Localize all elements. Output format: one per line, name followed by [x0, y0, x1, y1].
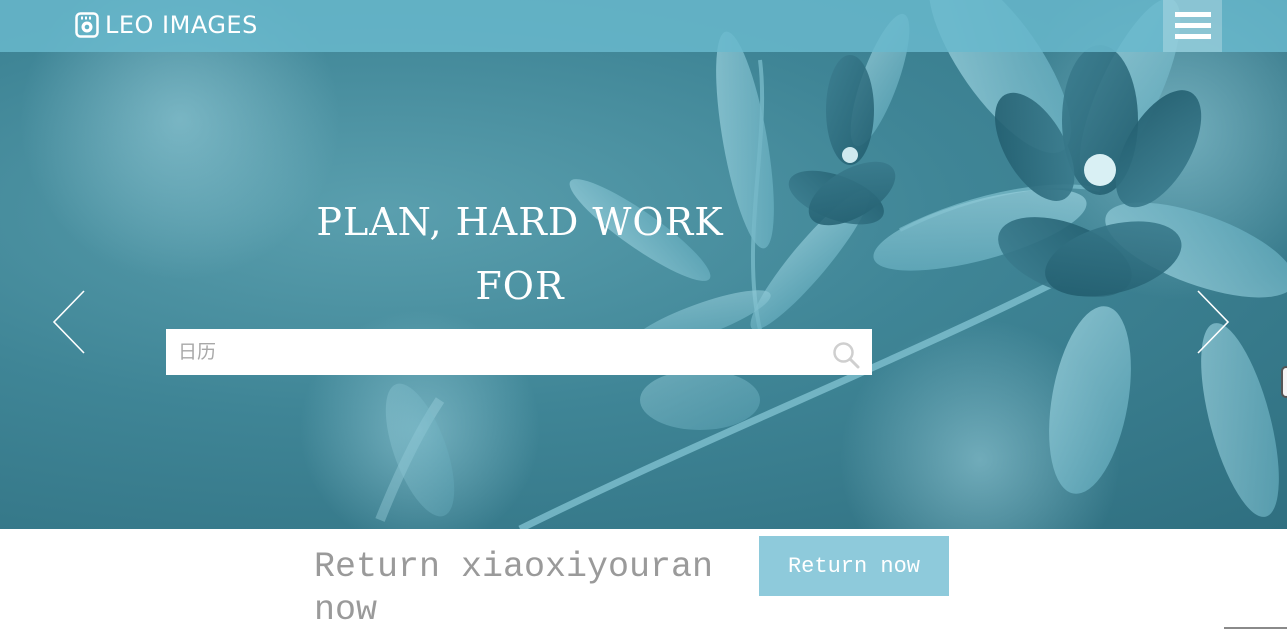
- cta-text: Return xiaoxiyouran now: [314, 547, 714, 630]
- brand-logo[interactable]: LEO IMAGES: [75, 10, 258, 40]
- chevron-right-icon[interactable]: [1196, 289, 1230, 355]
- search-input[interactable]: [166, 329, 806, 375]
- search-icon[interactable]: [832, 341, 860, 369]
- hero-headline-line-1: PLAN, HARD WORK FOR: [316, 200, 724, 308]
- chevron-left-icon[interactable]: [52, 289, 86, 355]
- hamburger-menu-icon: [1174, 12, 1211, 39]
- brand-name: LEO IMAGES: [105, 11, 258, 39]
- return-now-button[interactable]: Return now: [759, 536, 949, 596]
- search-box: [166, 329, 872, 375]
- top-navbar: LEO IMAGES: [0, 0, 1287, 52]
- divider: [1224, 627, 1287, 629]
- side-scroll-handle[interactable]: [1281, 366, 1287, 398]
- menu-button[interactable]: [1163, 0, 1222, 52]
- camera-icon: [75, 12, 99, 38]
